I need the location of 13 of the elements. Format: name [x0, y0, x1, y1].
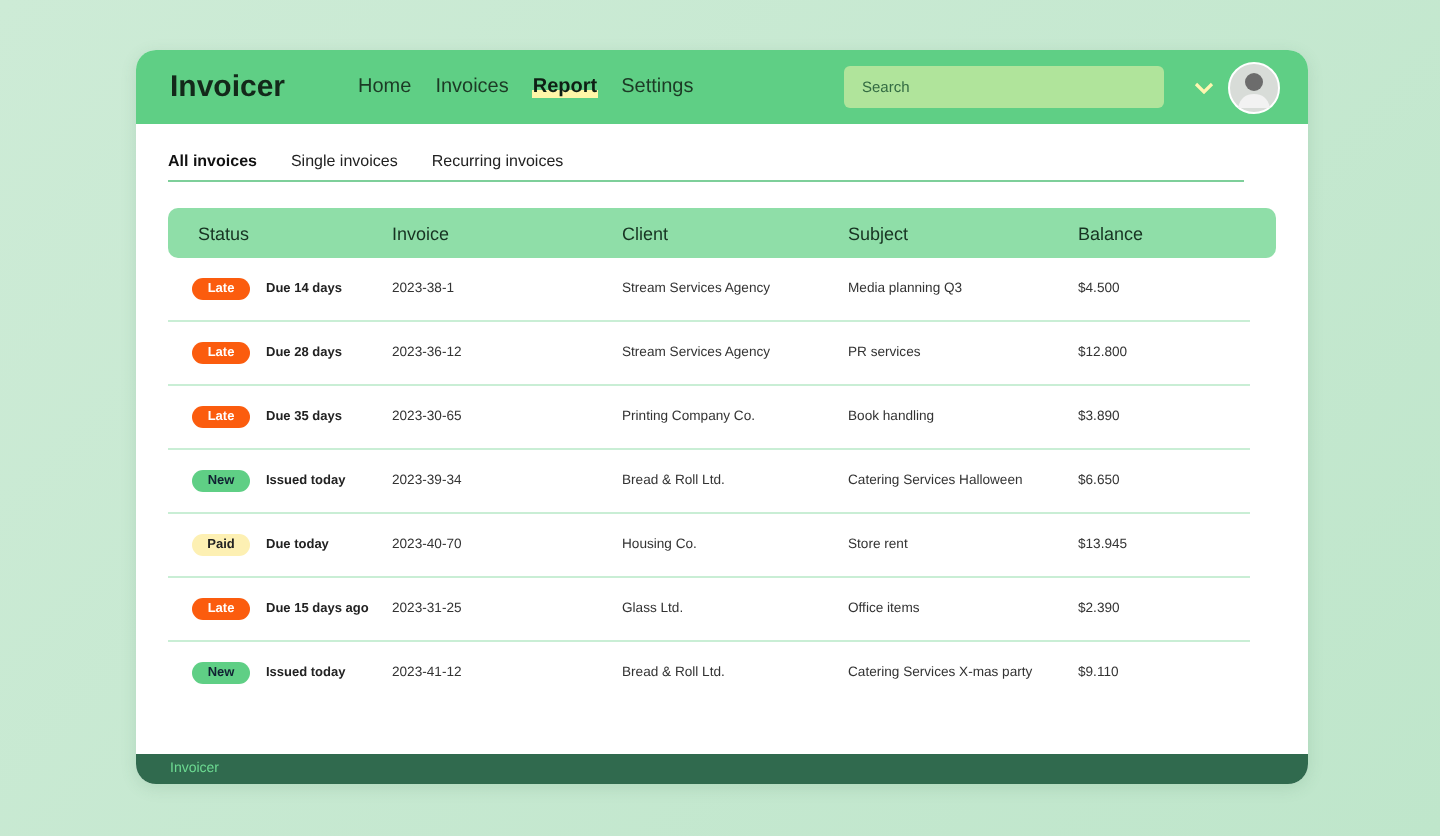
column-header: Invoice [392, 223, 452, 243]
tab[interactable]: All invoices [168, 152, 257, 170]
avatar[interactable] [1228, 61, 1280, 113]
tab[interactable]: Recurring invoices [431, 152, 564, 170]
nav-link[interactable]: Settings [621, 76, 694, 98]
column-header: Status [196, 223, 252, 243]
nav-link[interactable]: Home [358, 76, 412, 98]
tab[interactable]: Single invoices [290, 152, 398, 170]
column-header: Balance [1078, 223, 1146, 243]
app-logo: Invoicer [170, 70, 288, 104]
column-header: Subject [848, 223, 911, 243]
column-header: Client [622, 223, 671, 243]
nav-link[interactable]: Invoices [435, 76, 509, 98]
